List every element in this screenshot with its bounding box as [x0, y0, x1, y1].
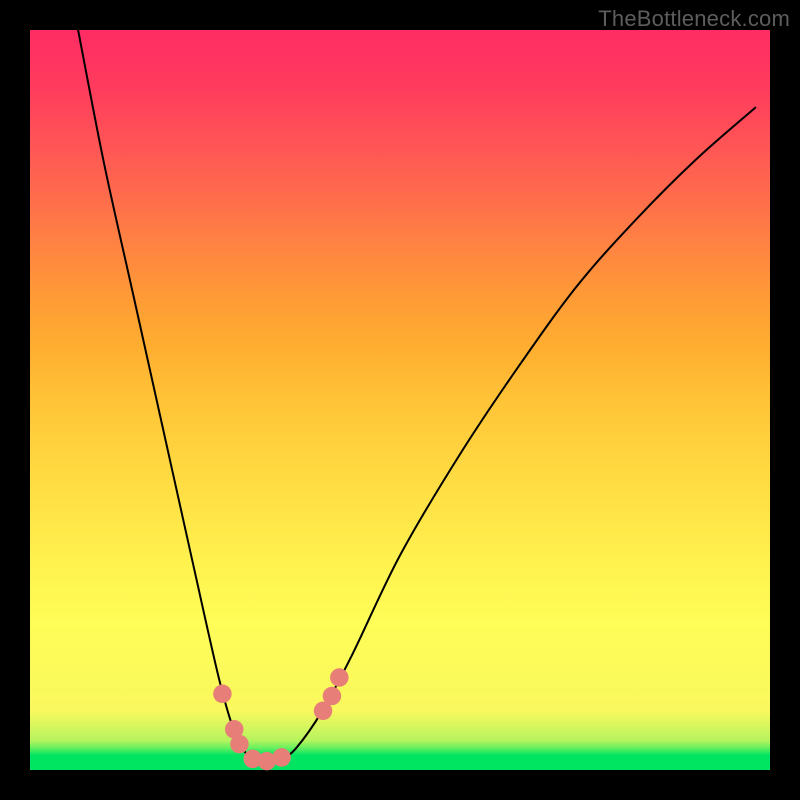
data-marker — [330, 668, 349, 687]
data-marker — [323, 687, 342, 706]
data-marker — [272, 748, 291, 767]
curve-svg — [30, 30, 770, 770]
chart-frame: TheBottleneck.com — [0, 0, 800, 800]
plot-area — [30, 30, 770, 770]
watermark-label: TheBottleneck.com — [598, 6, 790, 32]
series-curve — [78, 30, 755, 763]
markers-group — [213, 668, 348, 770]
data-marker — [213, 685, 232, 704]
data-marker — [230, 735, 249, 754]
